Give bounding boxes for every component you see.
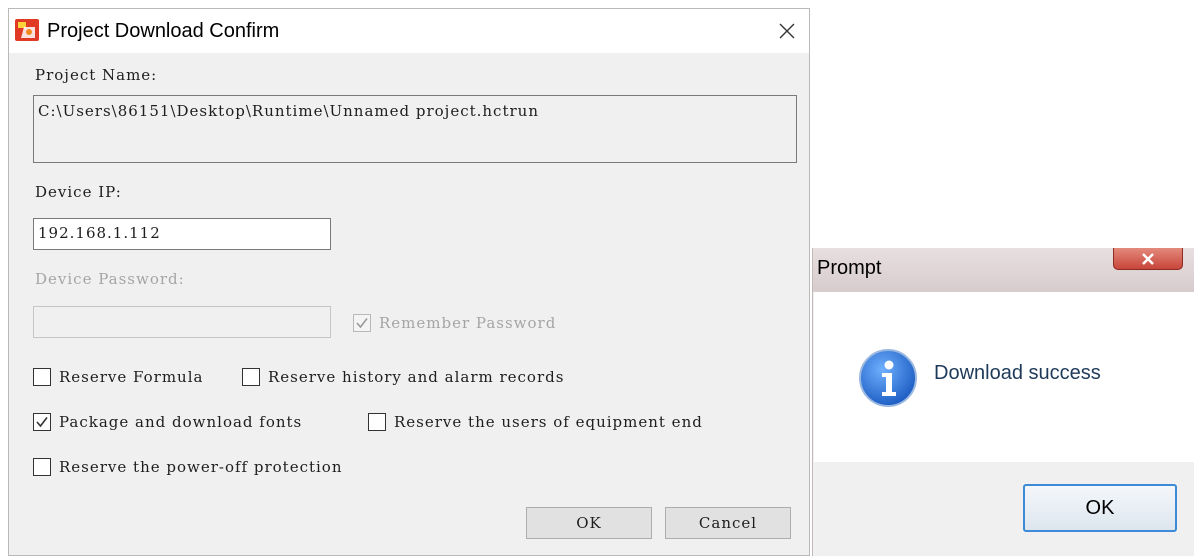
package-fonts-checkbox[interactable]: Package and download fonts xyxy=(33,413,302,431)
dialog-title: Project Download Confirm xyxy=(47,20,280,42)
prompt-title: Prompt xyxy=(817,257,882,279)
device-ip-label: Device IP: xyxy=(35,183,122,201)
device-ip-input[interactable]: 192.168.1.112 xyxy=(33,218,331,250)
reserve-formula-checkbox[interactable]: Reserve Formula xyxy=(33,368,203,386)
project-name-field[interactable]: C:\Users\86151\Desktop\Runtime\Unnamed p… xyxy=(33,95,797,163)
remember-password-label: Remember Password xyxy=(379,314,557,332)
project-name-value: C:\Users\86151\Desktop\Runtime\Unnamed p… xyxy=(38,102,539,120)
close-button[interactable] xyxy=(765,9,809,53)
prompt-message: Download success xyxy=(934,362,1101,384)
device-password-label: Device Password: xyxy=(35,270,185,288)
checkbox-box xyxy=(33,458,51,476)
reserve-users-label: Reserve the users of equipment end xyxy=(394,413,703,431)
close-icon xyxy=(779,23,795,39)
checkbox-box xyxy=(242,368,260,386)
checkbox-box xyxy=(33,368,51,386)
app-icon xyxy=(15,19,39,41)
device-password-input[interactable] xyxy=(33,306,331,338)
prompt-body: Download success xyxy=(814,292,1194,462)
reserve-history-checkbox[interactable]: Reserve history and alarm records xyxy=(242,368,564,386)
package-fonts-label: Package and download fonts xyxy=(59,413,303,431)
device-ip-value: 192.168.1.112 xyxy=(38,224,161,242)
info-icon xyxy=(859,349,917,407)
close-icon xyxy=(1142,252,1154,265)
checkbox-box xyxy=(368,413,386,431)
checkmark-icon xyxy=(36,417,48,428)
reserve-users-checkbox[interactable]: Reserve the users of equipment end xyxy=(368,413,703,431)
remember-password-checkbox[interactable]: Remember Password xyxy=(353,314,556,332)
checkbox-box xyxy=(33,413,51,431)
reserve-formula-label: Reserve Formula xyxy=(59,368,204,386)
power-off-protection-label: Reserve the power-off protection xyxy=(59,458,343,476)
prompt-ok-button[interactable]: OK xyxy=(1023,484,1177,532)
ok-button[interactable]: OK xyxy=(526,507,652,539)
cancel-button[interactable]: Cancel xyxy=(665,507,791,539)
dialog-titlebar: Project Download Confirm xyxy=(9,9,809,53)
checkmark-icon xyxy=(356,318,368,329)
prompt-dialog: Prompt Download success OK xyxy=(812,248,1194,556)
prompt-close-button[interactable] xyxy=(1113,248,1183,270)
checkbox-box xyxy=(353,314,371,332)
power-off-protection-checkbox[interactable]: Reserve the power-off protection xyxy=(33,458,342,476)
project-name-label: Project Name: xyxy=(35,66,158,84)
reserve-history-label: Reserve history and alarm records xyxy=(268,368,565,386)
prompt-titlebar: Prompt xyxy=(813,248,1194,292)
project-download-confirm-dialog: Project Download Confirm Project Name: C… xyxy=(8,8,810,556)
